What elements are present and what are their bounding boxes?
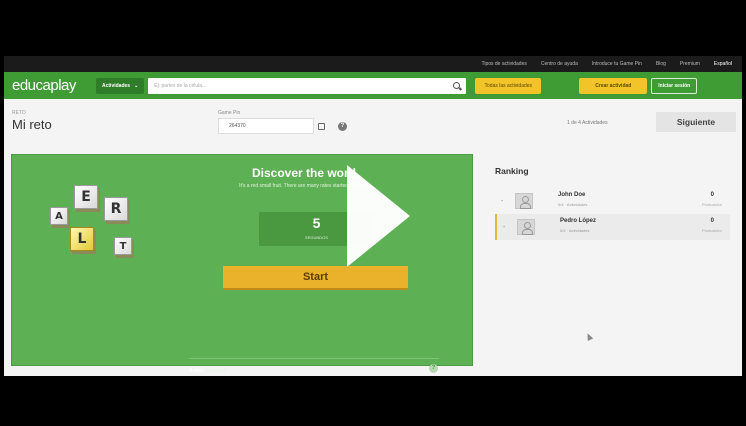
letter-tile: A [50,207,68,225]
video-frame[interactable]: Tipos de actividades Centro de ayuda Int… [0,0,746,426]
top-links-bar: Tipos de actividades Centro de ayuda Int… [4,56,742,72]
link-premium[interactable]: Premium [680,61,700,67]
create-activity-button[interactable]: Crear actividad [579,77,648,94]
player-name: Pedro López [560,218,597,224]
start-button[interactable]: Start [223,266,408,290]
letter-tile: T [114,237,132,255]
game-pin-field[interactable]: 264370 [218,118,314,134]
player-score: 0 [710,192,714,198]
letter-tile: L [70,227,94,251]
avatar [517,219,535,235]
next-button[interactable]: Siguiente [656,112,736,132]
link-activity-types[interactable]: Tipos de actividades [481,61,526,67]
player-score-label: Puntuación [701,228,722,233]
player-score: 0 [710,218,714,224]
help-icon[interactable]: ? [338,122,347,131]
author-name[interactable]: Julia Lian [205,368,226,374]
player-activities: 0/4 · Actividades [558,202,588,207]
copy-icon[interactable] [318,123,325,130]
all-activities-button[interactable]: Todas las actividades [475,77,542,94]
ranking-title: Ranking [495,166,529,176]
language-selector[interactable]: Español [714,61,732,67]
play-icon[interactable] [347,165,410,267]
link-game-pin[interactable]: Introduce tu Game Pin [592,61,642,67]
chevron-down-icon: ⌄ [134,82,139,89]
link-blog[interactable]: Blog [656,61,666,67]
info-icon[interactable]: ? [429,364,438,373]
author-label: Autor: [189,368,204,374]
rank-marker: - [500,197,504,205]
rank-marker: - [502,223,506,231]
activity-count: 1 de 4 Actividades [567,120,608,126]
logo[interactable]: educaplay [12,77,96,94]
player-name: John Doe [558,192,586,198]
divider [189,358,439,359]
ranking-panel: Ranking - John Doe 0/4 · Actividades 0 P… [491,154,736,366]
ranking-row[interactable]: - John Doe 0/4 · Actividades 0 Puntuació… [495,188,730,214]
link-help-center[interactable]: Centro de ayuda [541,61,578,67]
game-pin-label: Game Pin [218,110,241,116]
letter-tile: R [104,197,128,221]
player-activities: 0/4 · Actividades [560,228,590,233]
search-input[interactable]: Ej: partes de la célula... [148,77,467,94]
letter-tile: E [74,185,98,209]
ranking-row[interactable]: - Pedro López 0/4 · Actividades 0 Puntua… [495,214,730,240]
search-icon[interactable] [453,82,461,89]
player-score-label: Puntuación [701,202,722,207]
author-line: Autor: Julia Lian [189,368,227,374]
letter-tiles-illustration: E R A L T [36,185,166,265]
avatar [515,193,533,209]
activities-dropdown[interactable]: Actividades ⌄ [96,77,145,94]
search-placeholder: Ej: partes de la célula... [154,82,207,89]
reto-label: RETO [12,110,26,116]
login-button[interactable]: Iniciar sesión [651,77,698,94]
main-navbar: educaplay Actividades ⌄ Ej: partes de la… [4,72,742,99]
page-title: Mi reto [12,117,52,132]
activities-label: Actividades [102,82,131,89]
